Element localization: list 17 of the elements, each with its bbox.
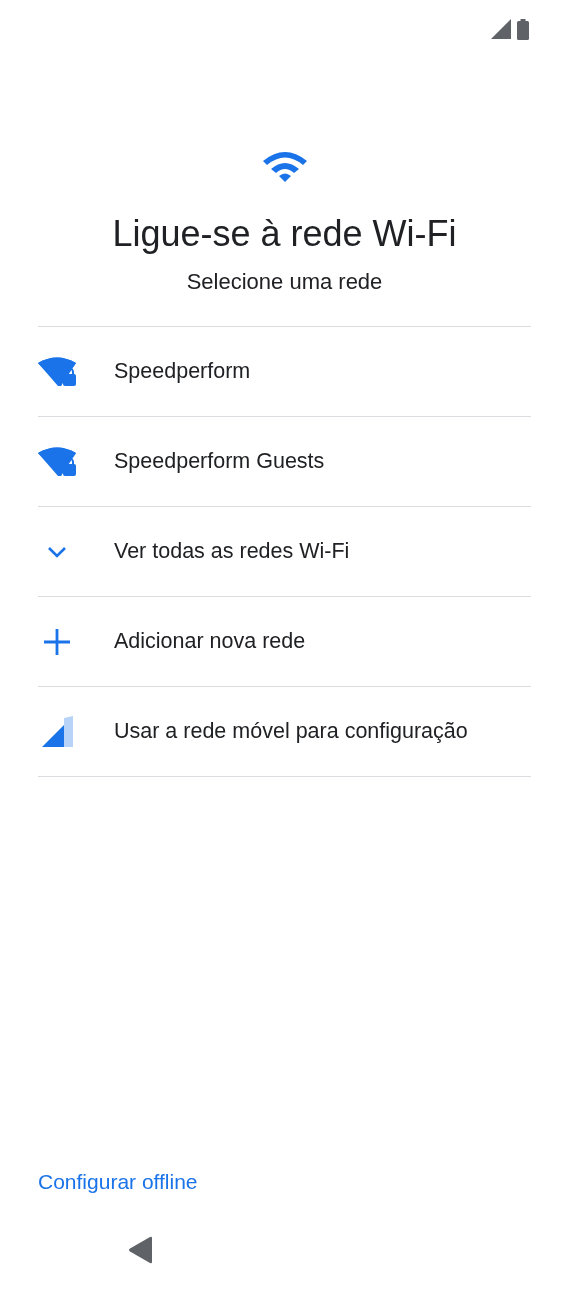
back-icon[interactable] <box>128 1236 154 1264</box>
chevron-down-icon <box>47 545 67 558</box>
page-subtitle: Selecione uma rede <box>186 268 383 296</box>
page-title: Ligue-se à rede Wi-Fi <box>112 212 457 256</box>
battery-icon <box>517 18 529 40</box>
signal-icon <box>491 19 511 39</box>
list-item[interactable]: Speedperform Guests <box>114 449 325 474</box>
list-item[interactable]: Usar a rede móvel para configuração <box>114 719 468 744</box>
list-item[interactable]: Speedperform <box>114 359 251 384</box>
offline-setup-link[interactable]: Configurar offline <box>38 1170 198 1194</box>
list-item[interactable]: Adicionar nova rede <box>114 629 306 654</box>
list-item[interactable]: Ver todas as redes Wi-Fi <box>114 539 350 564</box>
cellular-signal-icon <box>42 716 74 747</box>
wifi-icon <box>261 150 308 182</box>
wifi-lock-icon <box>38 446 77 477</box>
plus-icon <box>44 628 70 655</box>
wifi-lock-icon <box>38 356 77 387</box>
